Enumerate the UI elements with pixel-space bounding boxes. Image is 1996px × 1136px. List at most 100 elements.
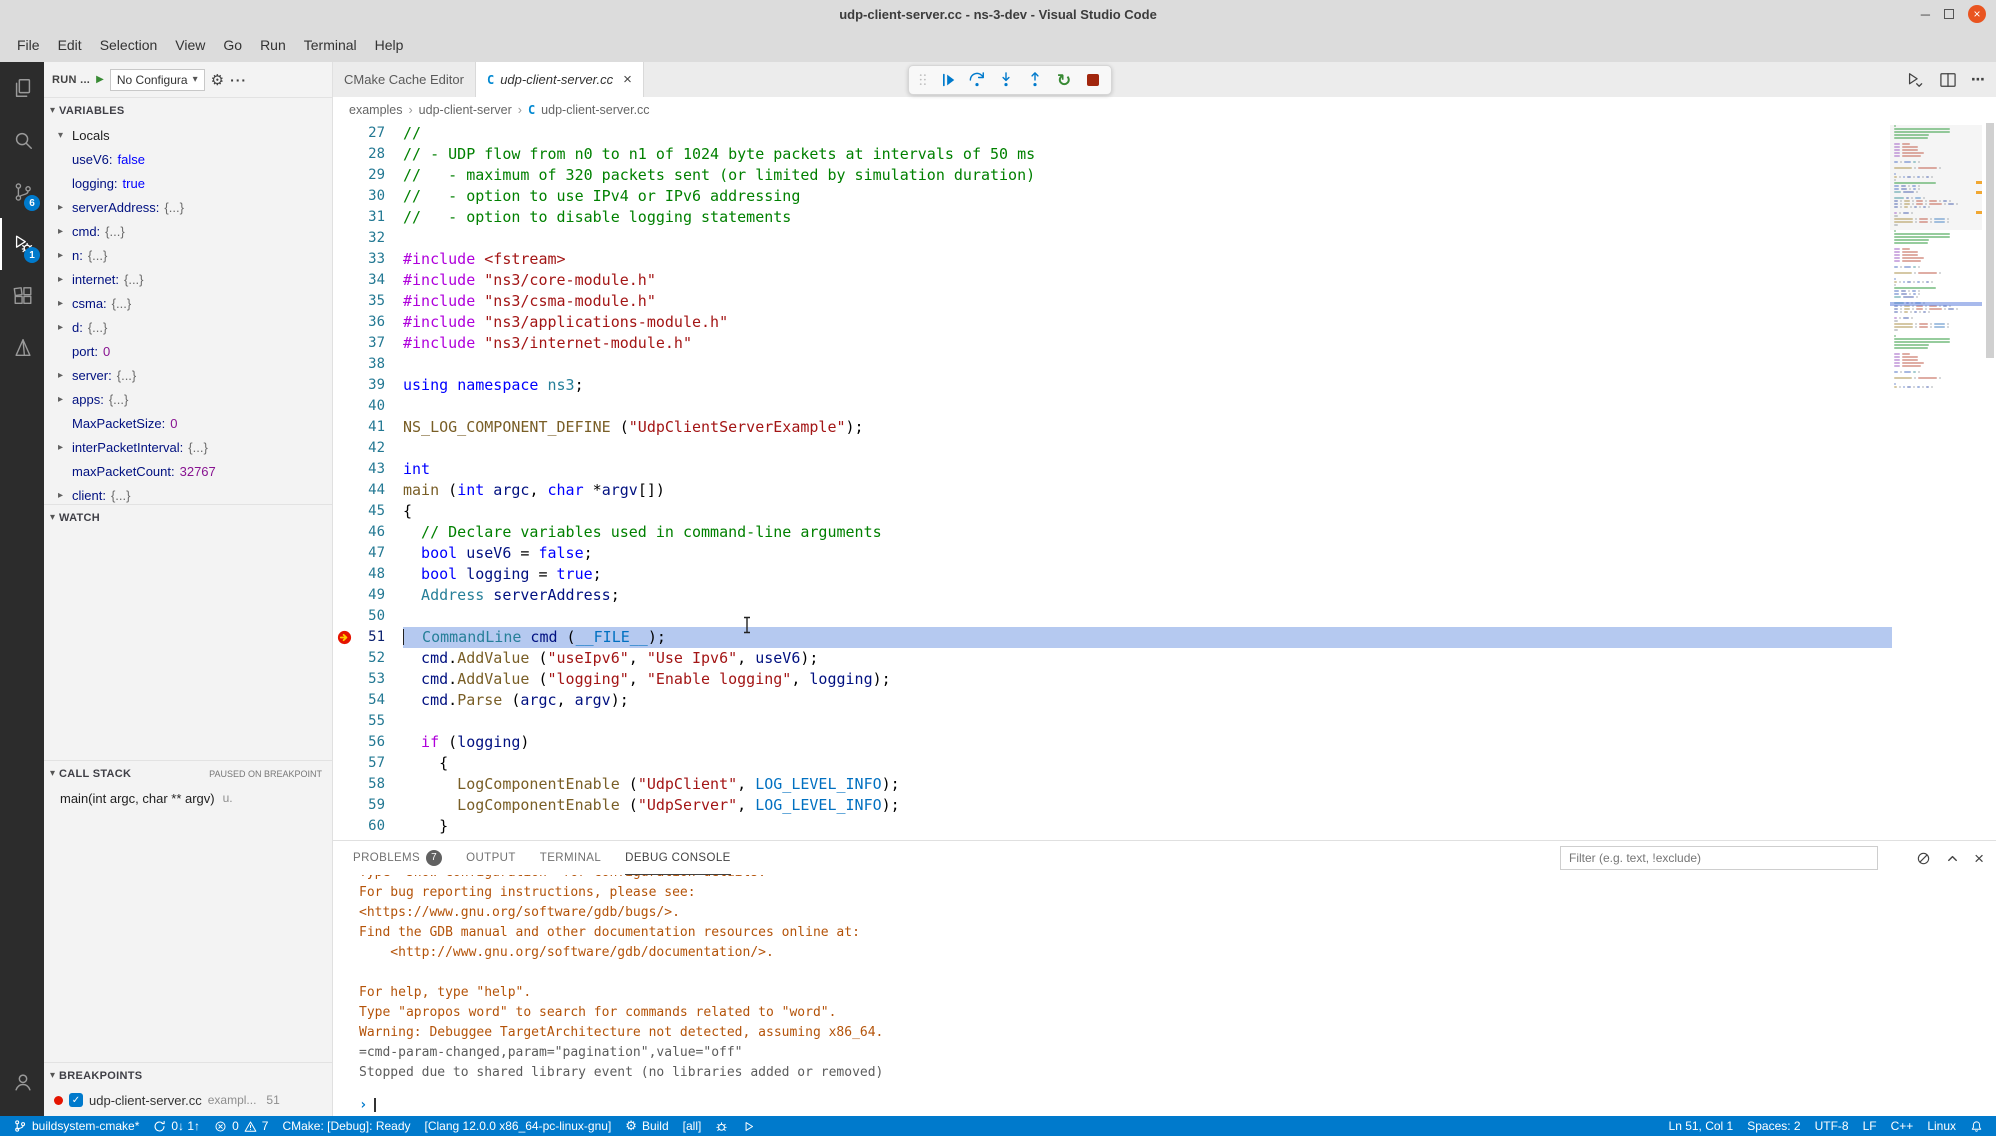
menu-terminal[interactable]: Terminal [295,33,366,57]
maximize-panel-icon[interactable] [1945,851,1960,866]
code-line[interactable]: 40 [333,396,1996,417]
code-text[interactable]: // - option to disable logging statement… [403,207,1892,228]
code-line[interactable]: 33#include <fstream> [333,249,1996,270]
gutter[interactable]: 28 [333,144,403,165]
variable-row[interactable]: ▸n:{...} [44,243,332,267]
code-text[interactable]: } [403,816,1892,837]
gutter[interactable]: 52 [333,648,403,669]
variable-row[interactable]: MaxPacketSize:0 [44,411,332,435]
glyph-margin[interactable] [333,207,357,228]
code-line[interactable]: 30// - option to use IPv4 or IPv6 addres… [333,186,1996,207]
gutter[interactable]: 35 [333,291,403,312]
status-remote-os[interactable]: Linux [1920,1116,1963,1136]
glyph-margin[interactable] [333,606,357,627]
gear-icon[interactable]: ⚙ [211,71,224,89]
code-text[interactable]: LogComponentEnable ("UdpClient", LOG_LEV… [403,774,1892,795]
glyph-margin[interactable] [333,585,357,606]
code-text[interactable]: LogComponentEnable ("UdpServer", LOG_LEV… [403,795,1892,816]
code-text[interactable]: #include "ns3/csma-module.h" [403,291,1892,312]
glyph-margin[interactable] [333,291,357,312]
code-text[interactable]: // Declare variables used in command-lin… [403,522,1892,543]
clear-console-icon[interactable] [1916,851,1931,866]
gutter[interactable]: 40 [333,396,403,417]
code-line[interactable]: 46 // Declare variables used in command-… [333,522,1996,543]
code-editor[interactable]: 27//28// - UDP flow from n0 to n1 of 102… [333,123,1996,840]
code-line[interactable]: 51 CommandLine cmd (__FILE__); [333,627,1996,648]
gutter[interactable]: 56 [333,732,403,753]
scrollbar-thumb[interactable] [1986,123,1994,358]
variable-row[interactable]: ▸interPacketInterval:{...} [44,435,332,459]
glyph-margin[interactable] [333,354,357,375]
call-stack-section-header[interactable]: ▾ CALL STACK PAUSED ON BREAKPOINT [44,760,332,786]
gutter[interactable]: 37 [333,333,403,354]
code-line[interactable]: 47 bool useV6 = false; [333,543,1996,564]
code-line[interactable]: 29// - maximum of 320 packets sent (or l… [333,165,1996,186]
stop-button[interactable] [1080,67,1106,93]
status-encoding[interactable]: UTF-8 [1808,1116,1856,1136]
menu-file[interactable]: File [8,33,49,57]
code-text[interactable] [403,606,1892,627]
gutter[interactable]: 58 [333,774,403,795]
panel-tab-debug-console[interactable]: DEBUG CONSOLE [625,841,731,875]
close-button[interactable]: × [1968,5,1986,23]
glyph-margin[interactable] [333,249,357,270]
breakpoints-section-header[interactable]: ▾ BREAKPOINTS [44,1062,332,1088]
code-text[interactable]: NS_LOG_COMPONENT_DEFINE ("UdpClientServe… [403,417,1892,438]
code-line[interactable]: 43int [333,459,1996,480]
variable-row[interactable]: useV6:false [44,147,332,171]
code-text[interactable]: #include "ns3/applications-module.h" [403,312,1892,333]
variable-row[interactable]: port:0 [44,339,332,363]
panel-tab-output[interactable]: OUTPUT [466,841,516,875]
code-line[interactable]: 59 LogComponentEnable ("UdpServer", LOG_… [333,795,1996,816]
code-line[interactable]: 39using namespace ns3; [333,375,1996,396]
gutter[interactable]: 31 [333,207,403,228]
code-text[interactable]: Address serverAddress; [403,585,1892,606]
code-text[interactable]: bool useV6 = false; [403,543,1892,564]
code-text[interactable]: cmd.AddValue ("logging", "Enable logging… [403,669,1892,690]
code-text[interactable]: // - maximum of 320 packets sent (or lim… [403,165,1892,186]
code-line[interactable]: 50 [333,606,1996,627]
gutter[interactable]: 30 [333,186,403,207]
debug-console-input[interactable]: › [333,1094,1996,1116]
status-indentation[interactable]: Spaces: 2 [1740,1116,1807,1136]
status-git-branch[interactable]: buildsystem-cmake* [6,1116,146,1136]
maximize-button[interactable] [1944,9,1954,19]
code-line[interactable]: 48 bool logging = true; [333,564,1996,585]
gutter[interactable]: 33 [333,249,403,270]
glyph-margin[interactable] [333,564,357,585]
variable-row[interactable]: maxPacketCount:32767 [44,459,332,483]
glyph-margin[interactable] [333,753,357,774]
watch-section-header[interactable]: ▾ WATCH [44,504,332,530]
activity-extensions[interactable] [0,270,44,322]
panel-tab-problems[interactable]: PROBLEMS7 [353,841,442,875]
code-text[interactable]: if (logging) [403,732,1892,753]
glyph-margin[interactable] [333,438,357,459]
gutter[interactable]: 51 [333,627,403,648]
start-debug-icon[interactable]: ▶ [96,74,104,85]
status-launch-target[interactable] [735,1116,762,1136]
code-line[interactable]: 35#include "ns3/csma-module.h" [333,291,1996,312]
menu-view[interactable]: View [166,33,214,57]
glyph-margin[interactable] [333,711,357,732]
step-out-button[interactable] [1022,67,1048,93]
step-into-button[interactable] [993,67,1019,93]
code-line[interactable]: 49 Address serverAddress; [333,585,1996,606]
variable-row[interactable]: logging:true [44,171,332,195]
gutter[interactable]: 48 [333,564,403,585]
code-text[interactable]: // - UDP flow from n0 to n1 of 1024 byte… [403,144,1892,165]
code-text[interactable] [403,354,1892,375]
code-text[interactable]: { [403,753,1892,774]
gutter[interactable]: 46 [333,522,403,543]
code-text[interactable]: cmd.AddValue ("useIpv6", "Use Ipv6", use… [403,648,1892,669]
gutter[interactable]: 57 [333,753,403,774]
gutter[interactable]: 54 [333,690,403,711]
glyph-margin[interactable] [333,795,357,816]
glyph-margin[interactable] [333,522,357,543]
gutter[interactable]: 38 [333,354,403,375]
editor-scrollbar[interactable] [1984,123,1996,840]
status-cmake-kit[interactable]: [Clang 12.0.0 x86_64-pc-linux-gnu] [418,1116,619,1136]
glyph-margin[interactable] [333,417,357,438]
close-icon[interactable]: × [623,71,632,88]
code-line[interactable]: 45{ [333,501,1996,522]
glyph-margin[interactable] [333,543,357,564]
